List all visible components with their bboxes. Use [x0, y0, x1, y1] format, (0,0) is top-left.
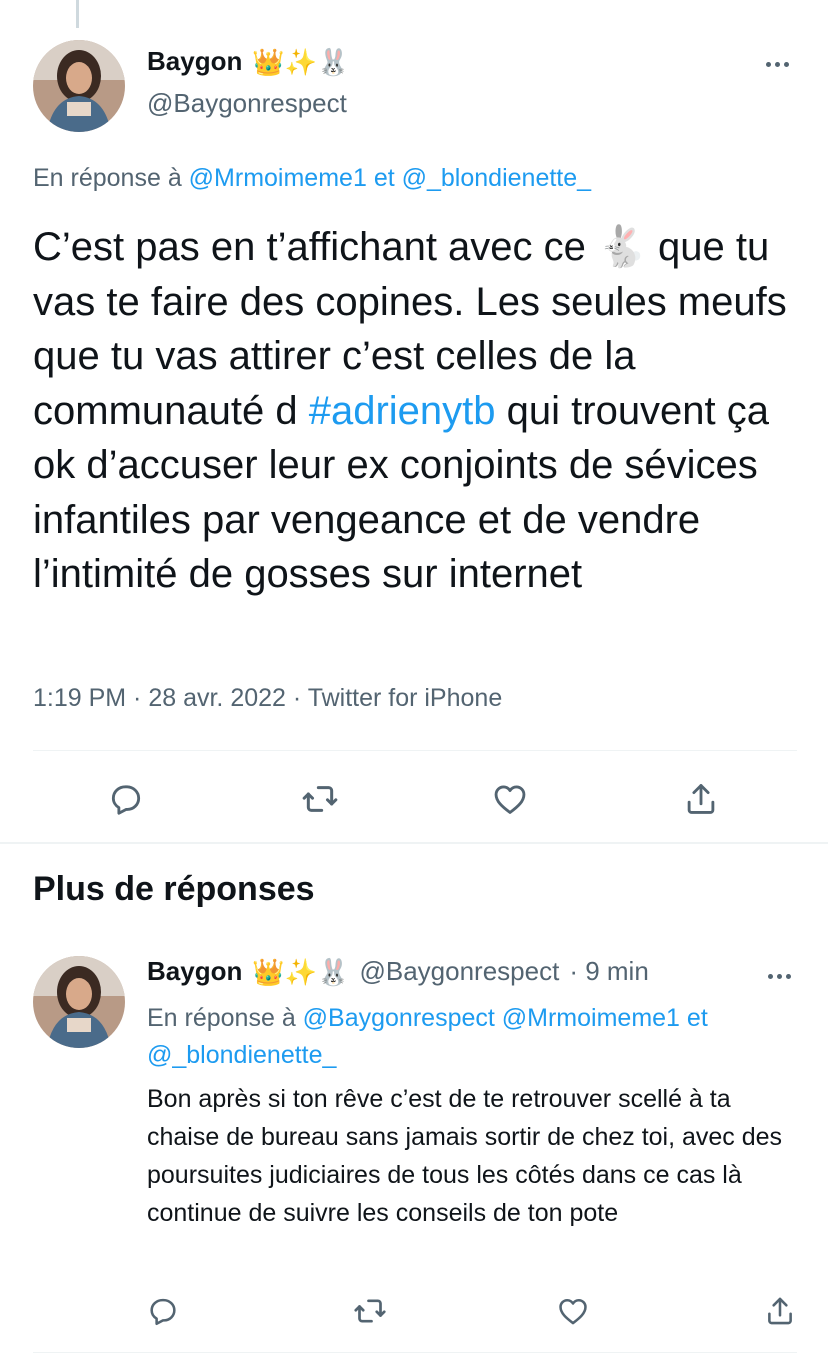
- author-handle[interactable]: @Baygonrespect: [147, 88, 347, 119]
- replying-to-prefix: En réponse à: [147, 1004, 296, 1032]
- replying-to-conjunction: et: [686, 1004, 708, 1032]
- replying-to: En réponse à @Mrmoimeme1 et @_blondienet…: [33, 164, 591, 193]
- more-icon[interactable]: [759, 52, 795, 76]
- mention-link[interactable]: @_blondienette_: [147, 1041, 336, 1069]
- avatar[interactable]: [33, 40, 125, 132]
- retweet-icon[interactable]: [345, 1286, 395, 1336]
- rabbit-emoji: 🐇: [597, 225, 647, 269]
- section-title: Plus de réponses: [33, 870, 315, 908]
- author-name-emojis: 👑✨🐰: [252, 46, 350, 77]
- hashtag-link[interactable]: #adrienytb: [309, 389, 496, 433]
- avatar[interactable]: [33, 956, 125, 1048]
- replying-to-conjunction: et: [373, 164, 395, 192]
- share-icon[interactable]: [755, 1286, 805, 1336]
- author-name[interactable]: Baygon: [147, 46, 242, 77]
- reply-time[interactable]: · 9 min: [569, 956, 648, 987]
- share-icon[interactable]: [676, 774, 726, 824]
- reply-text: Bon après si ton rêve c’est de te retrou…: [147, 1085, 783, 1227]
- divider: [33, 1352, 797, 1353]
- heart-icon[interactable]: [485, 774, 535, 824]
- replying-to-prefix: En réponse à: [33, 164, 182, 192]
- author-name[interactable]: Baygon: [147, 956, 242, 987]
- comment-icon[interactable]: [138, 1286, 188, 1336]
- tweet-timestamp[interactable]: 1:19 PM · 28 avr. 2022 · Twitter for iPh…: [33, 684, 502, 713]
- replying-to: En réponse à @Baygonrespect @Mrmoimeme1 …: [147, 1000, 787, 1074]
- mention-link[interactable]: @Baygonrespect: [303, 1004, 495, 1032]
- section-separator: [0, 842, 828, 844]
- tweet-actions: [33, 774, 797, 824]
- author-handle[interactable]: @Baygonrespect: [359, 956, 559, 987]
- author-name-emojis: 👑✨🐰: [252, 956, 350, 987]
- more-icon[interactable]: [761, 964, 797, 988]
- tweet-text-part: C’est pas en t’affichant avec ce: [33, 225, 586, 269]
- thread-connector-line: [76, 0, 79, 28]
- tweet-text: C’est pas en t’affichant avec ce 🐇 que t…: [33, 220, 803, 602]
- tweet-header: Baygon 👑✨🐰 @Baygonrespect: [33, 40, 795, 132]
- reply-author-line: Baygon 👑✨🐰 @Baygonrespect · 9 min: [147, 956, 649, 987]
- mention-link[interactable]: @Mrmoimeme1: [502, 1004, 680, 1032]
- retweet-icon[interactable]: [295, 774, 345, 824]
- heart-icon[interactable]: [548, 1286, 598, 1336]
- mention-link[interactable]: @Mrmoimeme1: [189, 164, 367, 192]
- divider: [33, 750, 797, 751]
- reply-actions: [33, 1286, 797, 1336]
- author-name-line: Baygon 👑✨🐰: [147, 46, 349, 77]
- mention-link[interactable]: @_blondienette_: [402, 164, 591, 192]
- comment-icon[interactable]: [101, 774, 151, 824]
